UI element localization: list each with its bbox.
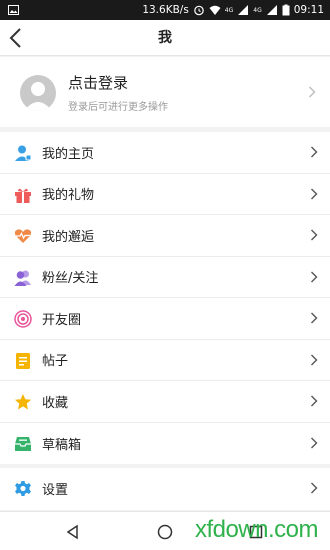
draft-box-icon: [15, 436, 31, 451]
heart-pulse-icon: [14, 229, 32, 243]
image-icon: [8, 5, 19, 15]
network-type-2: 4G: [253, 6, 262, 14]
menu-item-label: 开友圈: [42, 312, 82, 328]
circle-icon: [14, 310, 32, 328]
post-icon: [16, 352, 30, 369]
menu-item-favorites[interactable]: 收藏: [0, 381, 330, 423]
menu-item-label: 草稿箱: [42, 437, 82, 453]
chevron-right-icon: [310, 437, 318, 449]
wifi-icon: [209, 5, 221, 15]
menu-group-settings: 设置: [0, 468, 330, 510]
signal-icon: [238, 5, 249, 15]
clock: 09:11: [293, 4, 324, 16]
menu-item-drafts[interactable]: 草稿箱: [0, 423, 330, 465]
network-type-1: 4G: [224, 6, 234, 14]
menu-item-label: 我的礼物: [42, 188, 95, 204]
menu-item-label: 帖子: [42, 354, 69, 370]
user-home-icon: [15, 145, 32, 161]
network-speed: 13.6KB/s: [142, 4, 189, 16]
chevron-right-icon: [310, 395, 318, 407]
gear-icon: [15, 481, 31, 496]
menu-item-friend-circle[interactable]: 开友圈: [0, 298, 330, 340]
nav-home-icon[interactable]: [156, 523, 174, 541]
signal-icon: [266, 5, 277, 15]
chevron-right-icon: [310, 229, 318, 241]
menu-item-label: 粉丝/关注: [42, 271, 99, 287]
chevron-right-icon: [310, 188, 318, 200]
menu-item-posts[interactable]: 帖子: [0, 340, 330, 381]
gift-icon: [15, 188, 31, 203]
title-bar: 我: [0, 20, 330, 56]
chevron-right-icon: [310, 354, 318, 366]
menu-item-label: 我的邂逅: [42, 229, 95, 245]
menu-item-label: 我的主页: [42, 146, 95, 162]
menu-group-main: 我的主页 我的礼物 我的邂逅 粉丝/关注 开友圈 帖子 收藏 草稿箱: [0, 132, 330, 464]
battery-icon: [282, 4, 290, 16]
menu-item-label: 设置: [42, 483, 69, 499]
menu-item-label: 收藏: [42, 395, 69, 411]
alarm-icon: [193, 5, 204, 16]
menu-item-my-gifts[interactable]: 我的礼物: [0, 174, 330, 215]
star-icon: [15, 394, 31, 410]
chevron-right-icon: [308, 86, 316, 98]
menu-item-followers[interactable]: 粉丝/关注: [0, 257, 330, 298]
login-hint: 登录后可进行更多操作: [68, 102, 168, 113]
followers-icon: [14, 270, 31, 286]
navigation-bar: xfdown.com: [0, 511, 330, 550]
status-bar: 13.6KB/s 4G 4G 09:11: [0, 0, 330, 20]
menu-item-my-encounters[interactable]: 我的邂逅: [0, 215, 330, 257]
login-prompt: 点击登录: [68, 74, 129, 92]
chevron-right-icon: [310, 271, 318, 283]
chevron-right-icon: [310, 146, 318, 158]
watermark: xfdown.com: [194, 516, 319, 543]
chevron-right-icon: [310, 312, 318, 324]
chevron-right-icon: [310, 482, 318, 494]
page-title: 我: [158, 30, 172, 46]
login-card[interactable]: 点击登录 登录后可进行更多操作: [0, 57, 330, 127]
nav-back-icon[interactable]: [64, 523, 82, 541]
menu-item-settings[interactable]: 设置: [0, 468, 330, 510]
default-avatar-icon: [20, 75, 56, 111]
menu-item-my-homepage[interactable]: 我的主页: [0, 132, 330, 174]
